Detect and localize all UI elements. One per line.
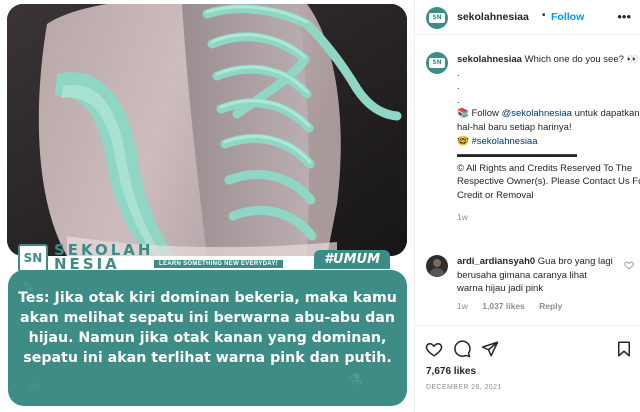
caption-time: 1w — [457, 211, 468, 222]
heart-icon[interactable] — [425, 340, 443, 358]
sekolahnesia-logo: SN — [18, 244, 48, 272]
image-caption-text: Tes: Jika otak kiri dominan bekeria, mak… — [18, 290, 397, 366]
brand-row: SN SEKOLAH NESIA LEARN SOMETHING NEW EVE… — [12, 243, 410, 273]
post-actions: 7,676 likes DECEMBER 26, 2021 — [415, 325, 640, 412]
comment-icon[interactable] — [453, 340, 471, 358]
comment-likes[interactable]: 1,037 likes — [482, 301, 525, 311]
caption-credits: © All Rights and Credits Reserved To The… — [457, 162, 640, 201]
post-side-panel: SN sekolahnesiaa • Follow ••• SN sekolah… — [414, 0, 640, 412]
post-image[interactable]: SN SEKOLAH NESIA LEARN SOMETHING NEW EVE… — [0, 0, 414, 412]
caption-line-1: Which one do you see? 👀 — [524, 54, 639, 65]
shoe-illustration — [7, 4, 407, 256]
more-horizontal-icon[interactable]: ••• — [617, 9, 631, 24]
author-avatar[interactable]: SN — [426, 7, 448, 29]
brand-name: SEKOLAH NESIA — [54, 243, 153, 273]
caption-dot: . — [457, 94, 460, 106]
bookmark-icon[interactable] — [615, 340, 633, 358]
comment-body: ardi_ardiansyah0 Gua bro yang lagi berus… — [457, 255, 615, 296]
comments-section[interactable]: SN sekolahnesiaa Which one do you see? 👀… — [415, 36, 640, 325]
image-caption-panel: ✎ ⚗ ⚛ ✂ Tes: Jika otak kiri dominan beke… — [8, 270, 407, 406]
caption-dot: . — [457, 81, 460, 93]
caption-author-avatar[interactable]: SN — [426, 52, 448, 74]
post-header: SN sekolahnesiaa • Follow ••• — [415, 0, 640, 35]
send-icon[interactable] — [481, 340, 499, 358]
caption-body: sekolahnesiaa Which one do you see? 👀 . … — [457, 53, 640, 224]
caption-divider: ▬▬▬▬▬▬▬▬▬▬▬▬▬▬ — [457, 149, 577, 161]
caption-hashtag-prefix: 🤓 — [457, 135, 472, 147]
heart-outline-icon[interactable] — [624, 260, 634, 270]
caption-hashtag-link[interactable]: #sekolahnesiaa — [471, 136, 537, 147]
shoe-photo — [7, 4, 407, 256]
brand-name-line-2: NESIA — [54, 255, 120, 273]
doodle-icon: ⚗ — [348, 372, 363, 389]
commenter-username[interactable]: ardi_ardiansyah0 — [457, 256, 535, 267]
caption-username[interactable]: sekolahnesiaa — [457, 54, 522, 65]
brand-tagline: LEARN SOMETHING NEW EVERYDAY! — [154, 260, 283, 268]
follow-button[interactable]: Follow — [551, 11, 584, 23]
comment-meta: 1w 1,037 likes Reply — [457, 301, 574, 311]
caption-mention-link[interactable]: @sekolahnesiaa — [502, 108, 572, 119]
post-likes-count[interactable]: 7,676 likes — [426, 366, 476, 377]
caption-follow-prefix: 📚 Follow — [457, 108, 502, 120]
comment-reply-button[interactable]: Reply — [539, 301, 562, 311]
caption-dot: . — [457, 67, 460, 79]
commenter-avatar[interactable] — [426, 255, 448, 277]
author-username[interactable]: sekolahnesiaa — [457, 11, 529, 23]
post-date[interactable]: DECEMBER 26, 2021 — [426, 384, 502, 391]
header-separator: • — [542, 10, 546, 21]
doodle-icon: ⚛ — [28, 380, 43, 397]
comment-time: 1w — [457, 301, 468, 311]
category-badge: #UMUM — [313, 250, 390, 269]
